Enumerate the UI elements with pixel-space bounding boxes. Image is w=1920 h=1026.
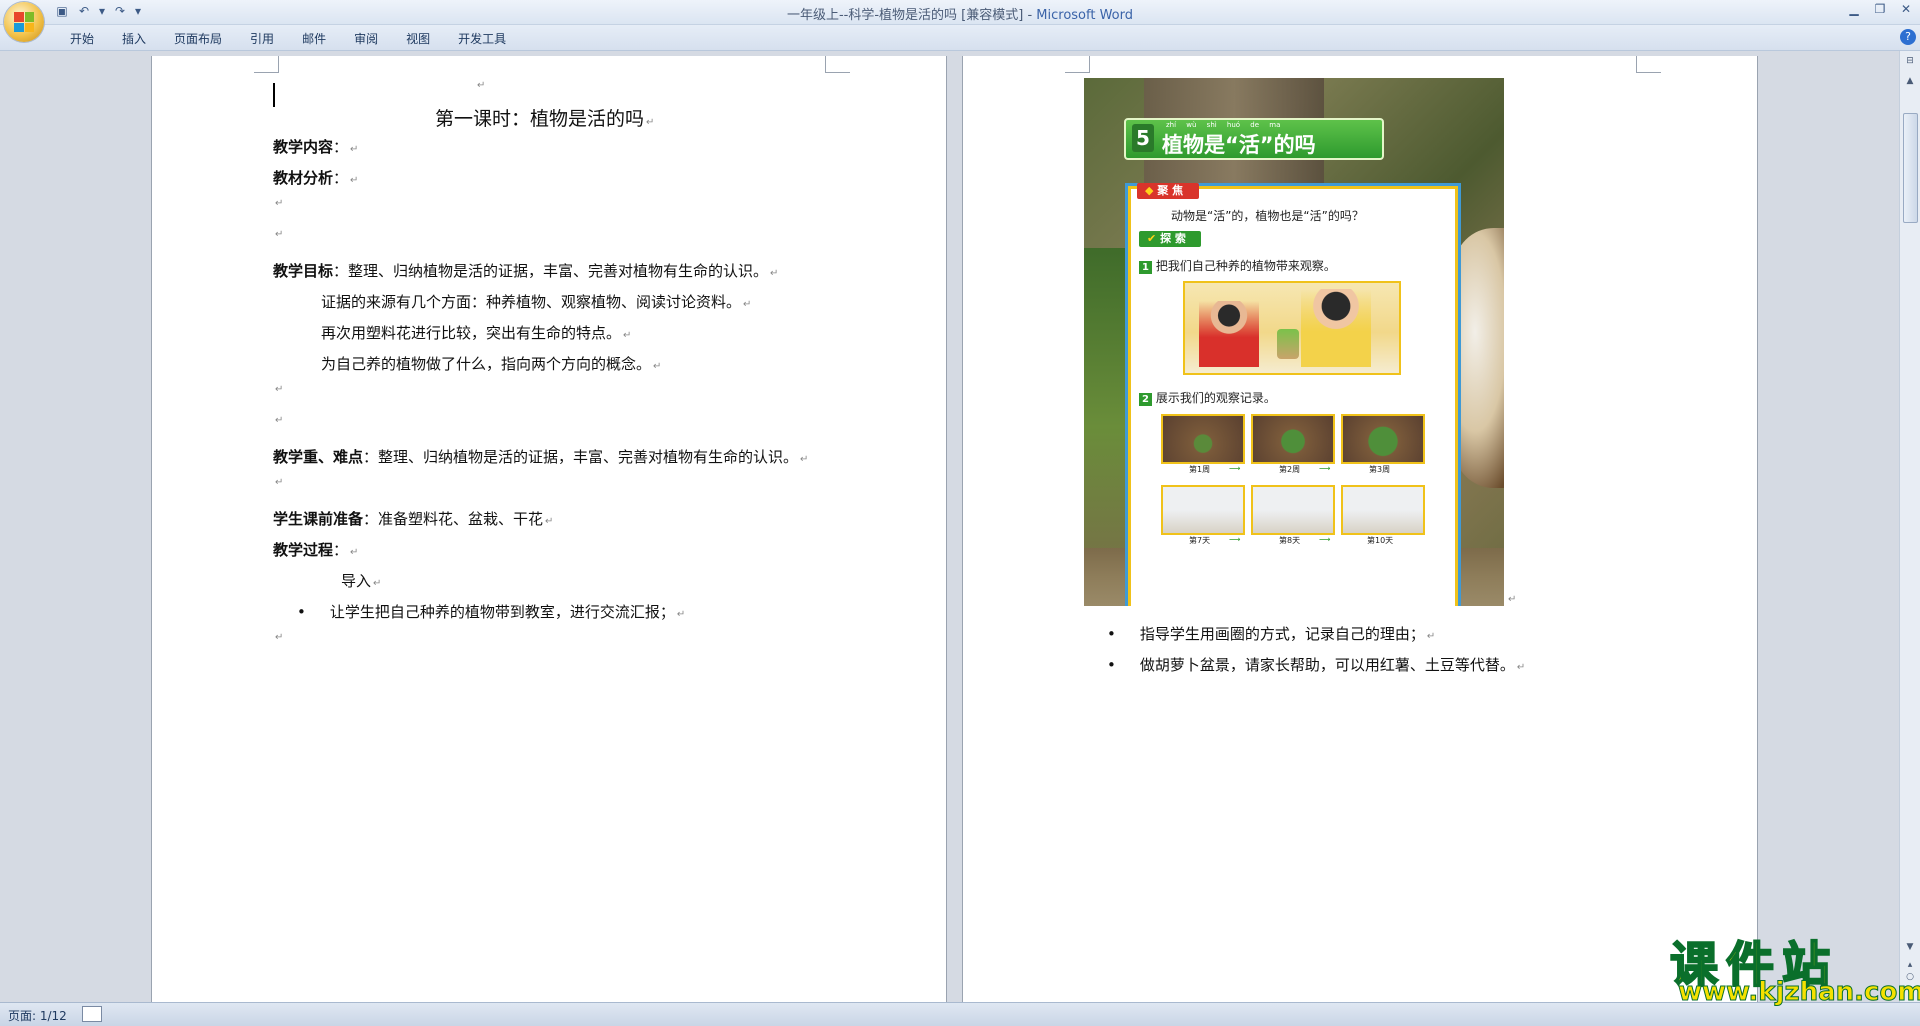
ruler-toggle-icon[interactable]: ⊟: [1902, 53, 1918, 69]
explore-label: ✔ 探 索: [1139, 231, 1201, 247]
doc-line: 再次用塑料花进行比较，突出有生命的特点。 ↵: [321, 324, 632, 342]
doc-line: 为自己养的植物做了什么，指向两个方向的概念。 ↵: [321, 355, 662, 373]
plant-pot: [1277, 329, 1299, 359]
ribbon-tab[interactable]: 审阅: [340, 30, 392, 47]
girl-figure: [1301, 289, 1371, 367]
focus-label: ◆ 聚 焦: [1137, 183, 1199, 199]
lesson-heading: 第一课时：植物是活的吗 ↵: [435, 108, 655, 130]
textbook-image[interactable]: 5 zhí wù shì huó de ma 植物是“活”的吗 ◆ 聚 焦 动物…: [1084, 78, 1504, 606]
page-left[interactable]: ↵ 第一课时：植物是活的吗 ↵ 教学内容： ↵ 教材分析： ↵ ↵ ↵ 教学目标：整理…: [151, 56, 947, 1007]
observation-row-weeks: 第1周 ⟶ 第2周 ⟶ 第3周: [1161, 414, 1425, 476]
restore-icon[interactable]: ❐: [1872, 2, 1888, 16]
doc-line: 导入 ↵: [341, 572, 382, 590]
ribbon-tabs: 开始 插入 页面布局 引用 邮件 审阅 视图 开发工具: [56, 30, 520, 47]
doc-line: 证据的来源有几个方面：种养植物、观察植物、阅读讨论资料。 ↵: [321, 293, 752, 311]
observation-photo: [1251, 414, 1335, 464]
scroll-up-icon[interactable]: ▲: [1902, 73, 1918, 89]
bullet: •: [1107, 625, 1116, 643]
paragraph-mark: ↵: [275, 632, 284, 643]
document-workspace: ↵ 第一课时：植物是活的吗 ↵ 教学内容： ↵ 教材分析： ↵ ↵ ↵ 教学目标：整理…: [0, 51, 1900, 1007]
ribbon-tab-bar: 开始 插入 页面布局 引用 邮件 审阅 视图 开发工具 ?: [0, 25, 1920, 51]
scroll-thumb[interactable]: [1903, 113, 1918, 223]
arrow-icon: ⟶: [1229, 535, 1241, 544]
focus-icon: ◆: [1145, 184, 1154, 197]
office-button[interactable]: [4, 2, 44, 42]
ribbon-tab[interactable]: 页面布局: [160, 30, 236, 47]
doc-line: 学生课前准备：准备塑料花、盆栽、干花 ↵: [273, 510, 554, 528]
paragraph-mark: ↵: [477, 80, 486, 91]
app-name: Microsoft Word: [1036, 8, 1134, 23]
proofing-icon[interactable]: [82, 1006, 102, 1022]
document-title: 一年级上--科学-植物是活的吗 [兼容模式]: [786, 8, 1024, 23]
textbook-card: ◆ 聚 焦 动物是“活”的，植物也是“活”的吗？ ✔ 探 索 1 把我们自己种养…: [1128, 183, 1458, 606]
arrow-icon: ⟶: [1229, 464, 1241, 473]
arrow-icon: ⟶: [1319, 535, 1331, 544]
watermark-logo: 课件站 www.kjzhan.com: [1669, 925, 1920, 1008]
doc-line: 教材分析： ↵: [273, 169, 359, 187]
focus-question: 动物是“活”的，植物也是“活”的吗？: [1171, 209, 1364, 223]
paragraph-mark: ↵: [1508, 594, 1517, 605]
page-indicator[interactable]: 页面: 1/12: [8, 1007, 67, 1024]
title-bar: ▣ ↶ ▾ ↷ ▾ 一年级上--科学-植物是活的吗 [兼容模式] - Micro…: [0, 0, 1920, 42]
step1: 1 把我们自己种养的植物带来观察。: [1139, 257, 1336, 274]
arrow-icon: ⟶: [1319, 464, 1331, 473]
paragraph-mark: ↵: [275, 477, 284, 488]
help-icon[interactable]: ?: [1900, 29, 1916, 45]
ribbon-tab[interactable]: 插入: [108, 30, 160, 47]
step1-number: 1: [1139, 261, 1152, 274]
list-item: • 指导学生用画圈的方式，记录自己的理由； ↵: [1107, 625, 1436, 643]
bullet: •: [1107, 656, 1116, 674]
paragraph-mark: ↵: [275, 384, 284, 395]
close-icon[interactable]: ✕: [1898, 2, 1914, 16]
margin-corner: [1636, 56, 1661, 73]
status-bar: 页面: 1/12: [0, 1002, 1920, 1026]
observation-photo: [1341, 414, 1425, 464]
observation-label: 第3周: [1369, 465, 1391, 474]
ribbon-tab[interactable]: 开发工具: [444, 30, 520, 47]
list-item: • 做胡萝卜盆景，请家长帮助，可以用红薯、土豆等代替。 ↵: [1107, 656, 1526, 674]
lesson-pinyin: zhí wù shì huó de ma: [1166, 121, 1281, 129]
observation-photo: [1161, 485, 1245, 535]
boy-figure: [1199, 301, 1259, 367]
step2-number: 2: [1139, 393, 1152, 406]
vertical-scrollbar[interactable]: ⊟ ▲ ▼ ▴ ○ ▾: [1899, 51, 1920, 1002]
observation-label: 第1周: [1189, 465, 1211, 474]
paragraph-mark: ↵: [275, 198, 284, 209]
observation-label: 第2周: [1279, 465, 1301, 474]
window-title: 一年级上--科学-植物是活的吗 [兼容模式] - Microsoft Word: [786, 8, 1134, 23]
children-photo: [1183, 281, 1401, 375]
doc-line: 教学重、难点：整理、归纳植物是活的证据，丰富、完善对植物有生命的认识。 ↵: [273, 448, 809, 466]
observation-row-days: 第7天 ⟶ 第8天 ⟶ 第10天: [1161, 485, 1425, 547]
observation-photo: [1161, 414, 1245, 464]
doc-line: 教学过程： ↵: [273, 541, 359, 559]
observation-label: 第7天: [1189, 536, 1211, 545]
observation-label: 第10天: [1367, 536, 1394, 545]
lesson-number-badge: 5: [1132, 124, 1154, 152]
doc-line: 教学目标：整理、归纳植物是活的证据，丰富、完善对植物有生命的认识。 ↵: [273, 262, 779, 280]
step2: 2 展示我们的观察记录。: [1139, 389, 1276, 406]
cat-background: [1454, 228, 1504, 488]
paragraph-mark: ↵: [275, 229, 284, 240]
lesson-title: 植物是“活”的吗: [1162, 133, 1316, 157]
watermark-url: www.kjzhan.com: [1677, 977, 1920, 1008]
doc-line: 教学内容： ↵: [273, 138, 359, 156]
observation-photo: [1251, 485, 1335, 535]
observation-label: 第8天: [1279, 536, 1301, 545]
minimize-icon[interactable]: ▁: [1846, 2, 1862, 16]
explore-icon: ✔: [1147, 232, 1157, 245]
ribbon-tab[interactable]: 邮件: [288, 30, 340, 47]
office-logo-icon: [14, 12, 34, 32]
paragraph-mark: ↵: [275, 415, 284, 426]
ribbon-tab[interactable]: 开始: [56, 30, 108, 47]
window-controls: ▁ ❐ ✕: [1846, 2, 1914, 16]
lesson-banner: 5 zhí wù shì huó de ma 植物是“活”的吗: [1124, 118, 1384, 160]
bullet: •: [297, 603, 306, 621]
list-item: • 让学生把自己种养的植物带到教室，进行交流汇报； ↵: [297, 603, 686, 621]
ribbon-tab[interactable]: 引用: [236, 30, 288, 47]
margin-corner: [1065, 56, 1090, 73]
observation-photo: [1341, 485, 1425, 535]
page-right[interactable]: 5 zhí wù shì huó de ma 植物是“活”的吗 ◆ 聚 焦 动物…: [962, 56, 1758, 1007]
ribbon-tab[interactable]: 视图: [392, 30, 444, 47]
